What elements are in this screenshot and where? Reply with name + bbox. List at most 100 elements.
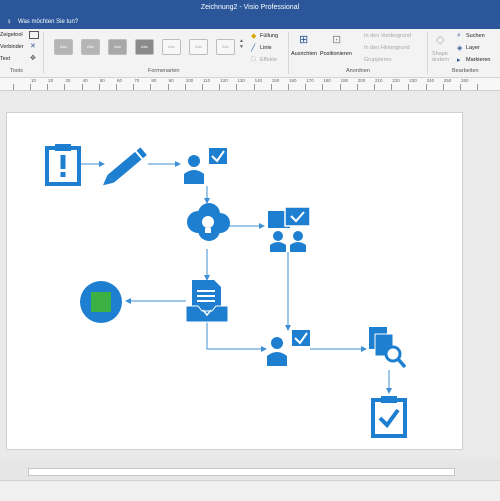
ruler-tick: [356, 84, 358, 90]
shape-styles-group-label: Formenarten: [148, 68, 180, 74]
ruler-label: 200: [357, 78, 366, 83]
ruler-tick: [150, 84, 152, 90]
ruler-tick: [374, 84, 375, 90]
position-icon[interactable]: ⊡: [332, 33, 341, 46]
layer-button[interactable]: Layer: [466, 45, 480, 51]
ruler-tick: [322, 84, 324, 90]
ruler-label: 110: [203, 78, 211, 83]
arrange-group-label: Anordnen: [346, 68, 370, 74]
title-bar: Zeichnung2 - Visio Professional: [0, 0, 500, 15]
gallery-scroll-icon[interactable]: ▲ ▼: [239, 38, 244, 50]
ruler-tick: [236, 84, 238, 90]
drawing-page[interactable]: [6, 112, 463, 450]
ruler-label: 210: [375, 78, 383, 83]
ruler-label: 20: [48, 78, 54, 83]
style-swatch-1[interactable]: Abc: [54, 39, 73, 55]
ruler-tick: [184, 84, 186, 90]
find-button[interactable]: Suchen: [466, 33, 485, 39]
ruler-label: 80: [151, 78, 157, 83]
ruler-label: 150: [271, 78, 280, 83]
ruler-label: 30: [65, 78, 71, 83]
ruler-label: 240: [426, 78, 435, 83]
ruler-tick: [270, 84, 272, 90]
ruler-tick: [47, 84, 49, 90]
ruler-label: 190: [340, 78, 349, 83]
ribbon-divider: [43, 32, 44, 74]
ruler-tick: [460, 84, 461, 90]
ruler-tick: [425, 84, 427, 90]
tell-me-input[interactable]: Was möchten Sie tun?: [18, 15, 78, 29]
status-bar: [0, 480, 500, 501]
ruler-label: 90: [168, 78, 174, 83]
ruler-label: 220: [392, 78, 400, 83]
ruler-label: 250: [443, 78, 452, 83]
ruler-tick: [64, 84, 66, 90]
ruler-tick: [98, 84, 100, 90]
ruler-tick: [305, 84, 307, 90]
ruler-tick: [81, 84, 83, 90]
ribbon-divider: [288, 32, 289, 74]
style-swatch-6[interactable]: Abc: [189, 39, 208, 55]
window-title: Zeichnung2 - Visio Professional: [200, 4, 300, 11]
ruler-label: 70: [134, 78, 140, 83]
effects-icon: □: [251, 56, 256, 63]
ruler-label: 160: [289, 78, 297, 83]
connector-tool-button[interactable]: Verbinder: [0, 44, 24, 50]
editing-group-label: Bearbeiten: [452, 68, 479, 74]
shape-change-icon[interactable]: ◇: [436, 33, 444, 46]
bring-to-front-button[interactable]: In den Vordergrund: [364, 33, 411, 39]
ruler-tick: [477, 84, 479, 90]
ruler-tick: [442, 84, 444, 90]
horizontal-scrollbar[interactable]: [0, 460, 500, 478]
ruler-tick: [116, 84, 117, 90]
horizontal-ruler: 10 20 30 40 50 60 70 80 90 100 110 120 130 140 150 160 1…: [0, 78, 500, 91]
ruler-tick: [288, 84, 289, 90]
ruler-label: 120: [220, 78, 228, 83]
ruler-tick: [133, 84, 135, 90]
pointer-tool-button[interactable]: Zeigetool: [0, 32, 23, 38]
effects-button[interactable]: Effekte: [260, 57, 277, 63]
ruler-tick: [219, 84, 221, 90]
ruler-label: 130: [237, 78, 245, 83]
move-icon[interactable]: ✥: [30, 54, 36, 62]
shape-change-button[interactable]: Shape ändern: [432, 51, 456, 63]
ruler-label: 10: [31, 78, 37, 83]
align-button[interactable]: Ausrichten: [291, 51, 317, 57]
layer-icon: ◈: [457, 45, 463, 52]
ruler-tick: [12, 84, 14, 90]
ruler-tick: [408, 84, 410, 90]
ruler-tick: [339, 84, 341, 90]
search-icon: ⌕: [457, 32, 461, 39]
text-tool-button[interactable]: Text: [0, 56, 10, 62]
ruler-label: 100: [185, 78, 194, 83]
group-button[interactable]: Gruppieren: [364, 57, 392, 63]
style-swatch-5[interactable]: Abc: [162, 39, 181, 55]
ruler-label: 180: [323, 78, 331, 83]
send-to-back-button[interactable]: In den Hintergrund: [364, 45, 410, 51]
ruler-tick: [202, 84, 203, 90]
line-button[interactable]: Linie: [260, 45, 272, 51]
tell-me-bar[interactable]: ♀ Was möchten Sie tun?: [0, 15, 500, 29]
style-swatch-4[interactable]: Abc: [135, 39, 154, 55]
rectangle-icon[interactable]: [29, 31, 39, 39]
ribbon-divider: [427, 32, 428, 74]
ruler-tick: [253, 84, 255, 90]
ruler-label: 230: [409, 78, 417, 83]
select-button[interactable]: Markieren: [466, 57, 490, 63]
style-swatch-3[interactable]: Abc: [108, 39, 127, 55]
ruler-label: 40: [82, 78, 88, 83]
lightbulb-icon: ♀: [6, 17, 12, 26]
ribbon: Zeigetool Verbinder Text ✕ ✥ Tools Abc A…: [0, 29, 500, 78]
tools-group-label: Tools: [10, 68, 23, 74]
ruler-label: 170: [306, 78, 314, 83]
style-swatch-2[interactable]: Abc: [81, 39, 100, 55]
align-icon[interactable]: ⊞: [299, 33, 308, 46]
style-swatch-7[interactable]: Abc: [216, 39, 235, 55]
fill-button[interactable]: Füllung: [260, 33, 278, 39]
ruler-label: 60: [117, 78, 123, 83]
ruler-label: 50: [99, 78, 105, 83]
scrollbar-track[interactable]: [28, 468, 455, 476]
close-x-icon[interactable]: ✕: [30, 42, 36, 50]
ruler-tick: [167, 84, 169, 90]
position-button[interactable]: Positionieren: [320, 51, 352, 57]
